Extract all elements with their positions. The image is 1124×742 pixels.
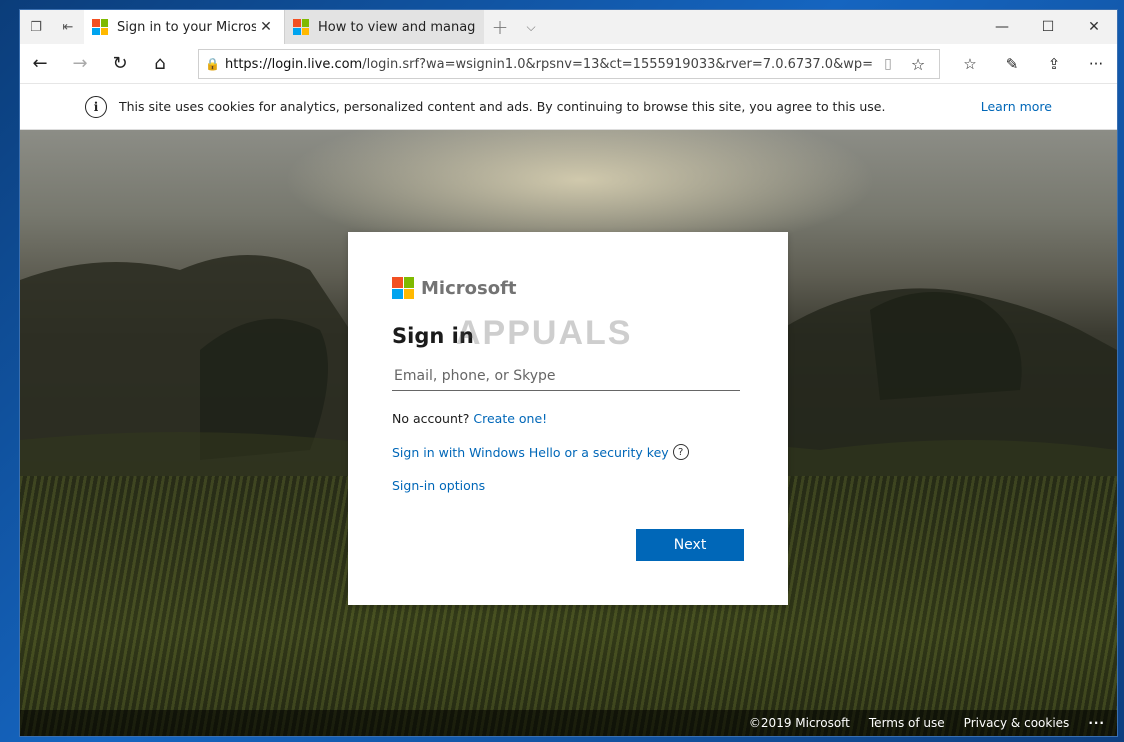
windows-hello-link[interactable]: Sign in with Windows Hello or a security… xyxy=(392,445,669,460)
tab-list-chevron-icon[interactable]: ⌵ xyxy=(516,10,546,44)
reading-view-icon[interactable]: ▯ xyxy=(873,56,903,72)
url-path: /login.srf?wa=wsignin1.0&rpsnv=13&ct=155… xyxy=(362,56,873,72)
url-domain: https://login.live.com xyxy=(225,56,363,72)
tab-title: Sign in to your Microso xyxy=(117,19,256,35)
create-account-link[interactable]: Create one! xyxy=(473,411,547,426)
signin-options-link[interactable]: Sign-in options xyxy=(392,478,485,493)
tab-title: How to view and manage co xyxy=(318,19,476,35)
refresh-icon[interactable]: ↻ xyxy=(100,44,140,84)
copyright-text: ©2019 Microsoft xyxy=(748,716,850,730)
info-icon: i xyxy=(85,95,107,118)
maximize-button[interactable]: ☐ xyxy=(1025,10,1071,44)
favorites-icon[interactable]: ☆ xyxy=(949,44,991,84)
toolbar-right: ☆ ✎ ⇪ ··· xyxy=(949,44,1117,84)
microsoft-favicon-icon xyxy=(92,19,108,35)
windows-hello-row: Sign in with Windows Hello or a security… xyxy=(392,444,744,460)
tabs-aside-icon[interactable]: ❐ xyxy=(20,10,52,44)
cookie-message: This site uses cookies for analytics, pe… xyxy=(119,99,886,114)
notes-pen-icon[interactable]: ✎ xyxy=(991,44,1033,84)
more-menu-icon[interactable]: ··· xyxy=(1075,44,1117,84)
signin-card: Microsoft APPUALS Sign in No account? Cr… xyxy=(348,232,788,605)
page-footer: ©2019 Microsoft Terms of use Privacy & c… xyxy=(20,710,1117,736)
share-icon[interactable]: ⇪ xyxy=(1033,44,1075,84)
page-content: Microsoft APPUALS Sign in No account? Cr… xyxy=(20,130,1117,736)
close-window-button[interactable]: ✕ xyxy=(1071,10,1117,44)
next-button[interactable]: Next xyxy=(636,529,744,561)
home-icon[interactable]: ⌂ xyxy=(140,44,180,84)
navigation-bar: ← → ↻ ⌂ 🔒 https://login.live.com/login.s… xyxy=(20,44,1117,84)
browser-window: ❐ ⇤ Sign in to your Microso ✕ How to vie… xyxy=(20,10,1117,736)
set-tabs-aside-icon[interactable]: ⇤ xyxy=(52,10,84,44)
url-text[interactable]: https://login.live.com/login.srf?wa=wsig… xyxy=(225,57,873,72)
tab-how-to[interactable]: How to view and manage co xyxy=(284,10,484,44)
minimize-button[interactable]: — xyxy=(979,10,1025,44)
learn-more-link[interactable]: Learn more xyxy=(981,99,1052,114)
forward-arrow-icon[interactable]: → xyxy=(60,44,100,84)
microsoft-favicon-icon xyxy=(293,19,309,35)
window-controls: — ☐ ✕ xyxy=(979,10,1117,44)
microsoft-logo: Microsoft xyxy=(392,276,744,300)
no-account-label: No account? xyxy=(392,411,470,426)
privacy-link[interactable]: Privacy & cookies xyxy=(964,716,1070,730)
terms-link[interactable]: Terms of use xyxy=(869,716,945,730)
microsoft-squares-icon xyxy=(392,277,414,299)
lock-icon: 🔒 xyxy=(205,57,220,71)
tab-bar: ❐ ⇤ Sign in to your Microso ✕ How to vie… xyxy=(20,10,1117,44)
cookie-banner: i This site uses cookies for analytics, … xyxy=(20,84,1117,130)
email-field[interactable] xyxy=(392,362,740,391)
footer-more-icon[interactable]: ··· xyxy=(1088,716,1105,730)
watermark: APPUALS xyxy=(456,314,633,352)
back-arrow-icon[interactable]: ← xyxy=(20,44,60,84)
new-tab-button[interactable]: + xyxy=(484,10,516,44)
tab-close-icon[interactable]: ✕ xyxy=(256,19,276,35)
tab-signin[interactable]: Sign in to your Microso ✕ xyxy=(84,10,284,44)
help-question-icon[interactable]: ? xyxy=(672,444,689,460)
favorite-star-icon[interactable]: ☆ xyxy=(903,55,933,74)
signin-options-row: Sign-in options xyxy=(392,478,744,493)
brand-name: Microsoft xyxy=(421,277,517,299)
address-bar[interactable]: 🔒 https://login.live.com/login.srf?wa=ws… xyxy=(198,49,940,79)
no-account-row: No account? Create one! xyxy=(392,411,744,426)
